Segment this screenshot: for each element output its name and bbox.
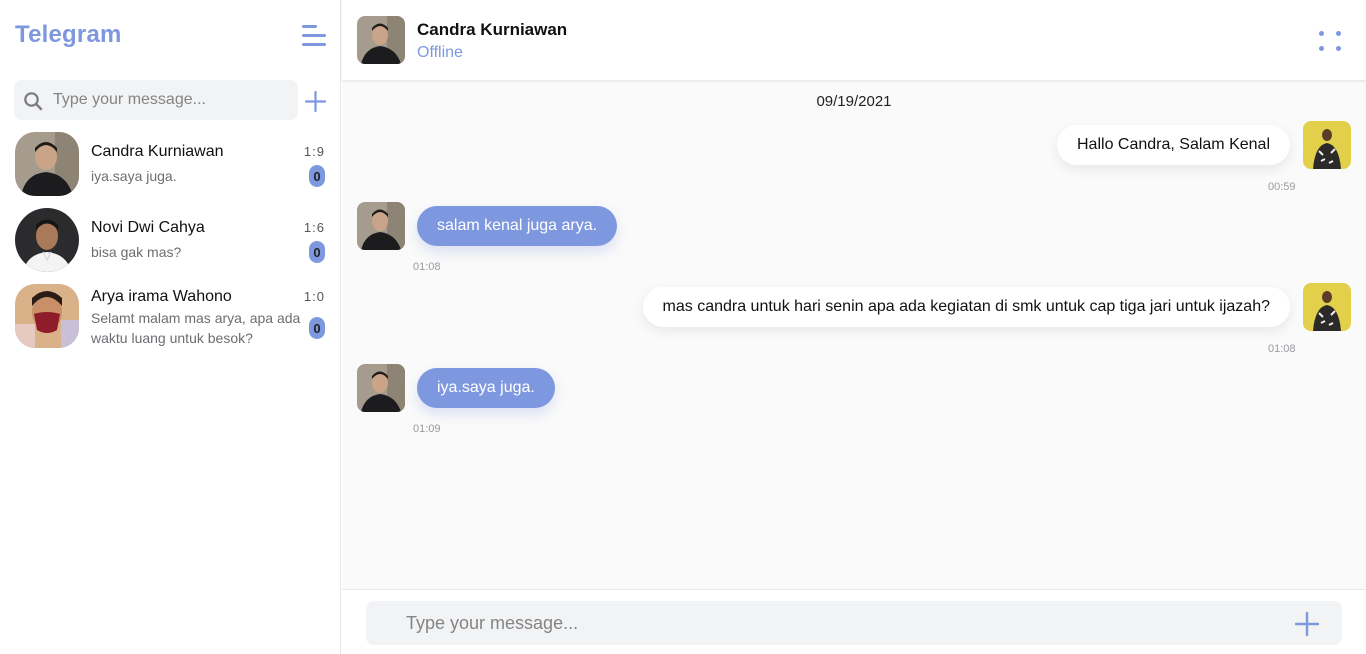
chat-panel: Candra Kurniawan Offline 09/19/2021 Hall…	[342, 0, 1366, 654]
message-input[interactable]	[366, 601, 1342, 645]
avatar	[15, 284, 79, 348]
avatar[interactable]	[357, 16, 405, 64]
message-bubble-outgoing: mas candra untuk hari senin apa ada kegi…	[642, 287, 1290, 327]
message-time: 01:08	[1268, 343, 1296, 355]
search-bar	[14, 80, 298, 120]
contact-item-candra[interactable]: Candra Kurniawan 1:9 iya.saya juga. 0	[0, 129, 341, 199]
avatar	[15, 132, 79, 196]
sidebar: Telegram Candra K	[0, 0, 341, 654]
contact-name: Candra Kurniawan	[91, 143, 224, 160]
contact-last-message: iya.saya juga.	[91, 168, 177, 184]
chat-header: Candra Kurniawan Offline	[342, 0, 1366, 80]
contact-name: Novi Dwi Cahya	[91, 219, 205, 236]
message-composer	[342, 589, 1366, 654]
add-plus-icon[interactable]	[305, 91, 326, 112]
unread-badge: 0	[309, 317, 325, 339]
message-bubble-incoming: salam kenal juga arya.	[417, 206, 618, 246]
avatar	[1303, 283, 1351, 331]
unread-badge: 0	[309, 165, 325, 187]
message-time: 00:59	[1268, 181, 1296, 193]
search-icon	[24, 92, 43, 111]
avatar	[15, 208, 79, 272]
chat-contact-status: Offline	[417, 44, 463, 61]
chat-contact-name: Candra Kurniawan	[417, 20, 568, 39]
message-time: 01:08	[413, 261, 441, 273]
chat-date: 09/19/2021	[816, 93, 892, 110]
contact-last-message: bisa gak mas?	[91, 244, 182, 260]
contact-last-message: Selamt malam mas arya, apa ada waktu lua…	[91, 310, 301, 346]
avatar	[357, 364, 405, 412]
avatar	[357, 202, 405, 250]
contact-item-novi[interactable]: Novi Dwi Cahya 1:6 bisa gak mas? 0	[0, 205, 341, 275]
plus-icon[interactable]	[1295, 612, 1319, 636]
more-dots-icon[interactable]	[1319, 31, 1341, 51]
contact-name: Arya irama Wahono	[91, 288, 232, 305]
contact-time: 1:9	[303, 144, 325, 159]
contact-time: 1:0	[303, 289, 325, 304]
avatar	[1303, 121, 1351, 169]
message-bubble-outgoing: Hallo Candra, Salam Kenal	[1057, 125, 1290, 165]
message-bubble-incoming: iya.saya juga.	[417, 368, 555, 408]
app-title: Telegram	[15, 21, 122, 48]
telegram-app: Telegram Candra K	[0, 0, 1366, 654]
unread-badge: 0	[309, 241, 325, 263]
message-time: 01:09	[413, 423, 441, 435]
menu-icon[interactable]	[302, 25, 326, 47]
contact-time: 1:6	[303, 220, 325, 235]
contact-item-arya[interactable]: Arya irama Wahono 1:0 Selamt malam mas a…	[0, 281, 341, 351]
search-input[interactable]	[53, 80, 293, 120]
